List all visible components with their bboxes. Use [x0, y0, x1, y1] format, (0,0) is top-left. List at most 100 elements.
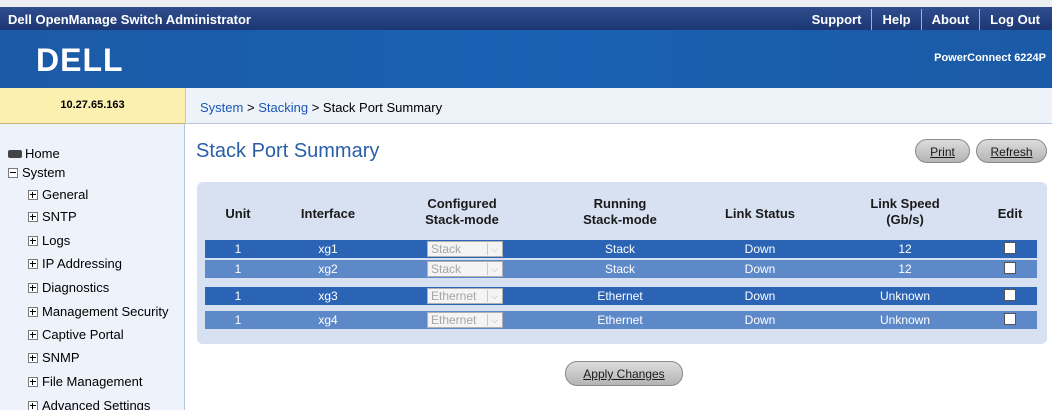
- sidebar-item-label: Logs: [42, 233, 71, 248]
- sidebar-item-label: General: [42, 187, 89, 202]
- configured-stack-mode-select[interactable]: Stack ⌵: [427, 241, 503, 257]
- sidebar-item-general[interactable]: General: [28, 187, 88, 202]
- sidebar-item-sntp[interactable]: SNTP: [28, 209, 77, 224]
- sidebar-item-snmp[interactable]: SNMP: [28, 350, 80, 365]
- select-value: Stack: [431, 262, 462, 276]
- header-line: Link Speed: [870, 196, 940, 211]
- header-line: Stack-mode: [583, 212, 657, 227]
- collapse-icon[interactable]: [8, 167, 18, 178]
- cell-link-speed: Unknown: [879, 313, 931, 327]
- cell-link-speed: 12: [898, 262, 912, 276]
- cell-running-stack-mode: Stack: [604, 242, 635, 256]
- expand-icon[interactable]: [28, 376, 38, 387]
- cell-link-status: Down: [744, 262, 776, 276]
- table-row: 1 xg4 Ethernet ⌵ Ethernet Down Unknown: [205, 311, 1037, 329]
- sidebar-item-label: Advanced Settings: [42, 398, 151, 410]
- breadcrumb-separator: >: [311, 100, 323, 115]
- chevron-down-icon: ⌵: [487, 290, 501, 302]
- support-link[interactable]: Support: [802, 9, 872, 31]
- dell-logo: DELL: [36, 42, 124, 78]
- configured-stack-mode-select[interactable]: Stack ⌵: [427, 261, 503, 277]
- select-value: Ethernet: [431, 289, 477, 303]
- breadcrumb-bar: System > Stacking > Stack Port Summary: [185, 88, 1052, 124]
- expand-icon[interactable]: [28, 282, 38, 293]
- breadcrumb: System > Stacking > Stack Port Summary: [200, 100, 442, 115]
- cell-link-status: Down: [744, 313, 776, 327]
- sidebar-item-label: File Management: [42, 374, 143, 389]
- sidebar-item-management-security[interactable]: Management Security: [28, 304, 168, 319]
- breadcrumb-separator: >: [246, 100, 259, 115]
- sidebar-item-label: SNMP: [42, 350, 80, 365]
- edit-checkbox[interactable]: [1004, 313, 1016, 325]
- chevron-down-icon: ⌵: [487, 243, 501, 255]
- sidebar: Home System General SNTP Logs IP Address…: [0, 124, 185, 410]
- device-model: PowerConnect 6224P: [934, 52, 1046, 64]
- sidebar-item-diagnostics[interactable]: Diagnostics: [28, 280, 109, 295]
- cell-unit: 1: [234, 313, 242, 327]
- expand-icon[interactable]: [28, 189, 38, 200]
- chevron-down-icon: ⌵: [487, 263, 501, 275]
- header-line: Running: [593, 196, 647, 211]
- top-bar: Dell OpenManage Switch Administrator Sup…: [0, 0, 1052, 31]
- expand-icon[interactable]: [28, 258, 38, 269]
- sidebar-item-label: Management Security: [42, 304, 169, 319]
- cell-running-stack-mode: Stack: [604, 262, 635, 276]
- help-link[interactable]: Help: [871, 9, 920, 31]
- cell-running-stack-mode: Ethernet: [597, 313, 643, 327]
- expand-icon[interactable]: [28, 400, 38, 410]
- ip-address: 10.27.65.163: [0, 88, 185, 124]
- sidebar-item-advanced-settings[interactable]: Advanced Settings: [28, 398, 150, 410]
- expand-icon[interactable]: [28, 211, 38, 222]
- configured-stack-mode-select[interactable]: Ethernet ⌵: [427, 312, 503, 328]
- chevron-down-icon: ⌵: [487, 314, 501, 326]
- sidebar-item-label: SNTP: [42, 209, 77, 224]
- home-icon: [8, 149, 22, 158]
- column-header-link-status: Link Status: [724, 206, 796, 221]
- sidebar-item-file-management[interactable]: File Management: [28, 374, 142, 389]
- select-value: Ethernet: [431, 313, 477, 327]
- apply-changes-button[interactable]: Apply Changes: [565, 361, 683, 386]
- expand-icon[interactable]: [28, 235, 38, 246]
- table-row: 1 xg3 Ethernet ⌵ Ethernet Down Unknown: [205, 287, 1037, 305]
- cell-link-speed: 12: [898, 242, 912, 256]
- expand-icon[interactable]: [28, 352, 38, 363]
- breadcrumb-system[interactable]: System: [200, 100, 243, 115]
- table-row: 1 xg1 Stack ⌵ Stack Down 12: [205, 240, 1037, 258]
- sidebar-item-system[interactable]: System: [8, 165, 65, 180]
- cell-interface: xg4: [318, 313, 338, 327]
- page-title: Stack Port Summary: [196, 140, 380, 162]
- print-button[interactable]: Print: [915, 139, 970, 163]
- breadcrumb-current: Stack Port Summary: [322, 100, 443, 115]
- expand-icon[interactable]: [28, 329, 38, 340]
- sidebar-item-ip-addressing[interactable]: IP Addressing: [28, 256, 122, 271]
- select-value: Stack: [431, 242, 462, 256]
- breadcrumb-stacking[interactable]: Stacking: [258, 100, 308, 115]
- header-line: Configured: [427, 196, 497, 211]
- about-link[interactable]: About: [920, 9, 980, 31]
- edit-checkbox[interactable]: [1004, 242, 1016, 254]
- expand-icon[interactable]: [28, 306, 38, 317]
- cell-running-stack-mode: Ethernet: [597, 289, 643, 303]
- edit-checkbox[interactable]: [1004, 289, 1016, 301]
- edit-checkbox[interactable]: [1004, 262, 1016, 274]
- cell-link-speed: Unknown: [879, 289, 931, 303]
- header-line: (Gb/s): [886, 212, 924, 227]
- logout-link[interactable]: Log Out: [979, 9, 1050, 31]
- sidebar-item-label: Home: [25, 146, 60, 161]
- sidebar-item-label: Diagnostics: [42, 280, 110, 295]
- cell-interface: xg1: [318, 242, 338, 256]
- column-header-running-stack-mode: Running Stack-mode: [558, 196, 682, 228]
- sidebar-item-label: System: [22, 165, 66, 180]
- banner: DELL PowerConnect 6224P: [0, 30, 1052, 88]
- column-header-interface: Interface: [300, 206, 356, 221]
- sidebar-item-label: IP Addressing: [42, 256, 122, 271]
- sidebar-item-home[interactable]: Home: [8, 146, 60, 161]
- sidebar-item-label: Captive Portal: [42, 327, 124, 342]
- cell-unit: 1: [234, 242, 242, 256]
- sidebar-item-logs[interactable]: Logs: [28, 233, 70, 248]
- top-nav: Support Help About Log Out: [802, 9, 1050, 31]
- column-header-link-speed: Link Speed (Gb/s): [845, 196, 965, 228]
- configured-stack-mode-select[interactable]: Ethernet ⌵: [427, 288, 503, 304]
- sidebar-item-captive-portal[interactable]: Captive Portal: [28, 327, 124, 342]
- refresh-button[interactable]: Refresh: [976, 139, 1047, 163]
